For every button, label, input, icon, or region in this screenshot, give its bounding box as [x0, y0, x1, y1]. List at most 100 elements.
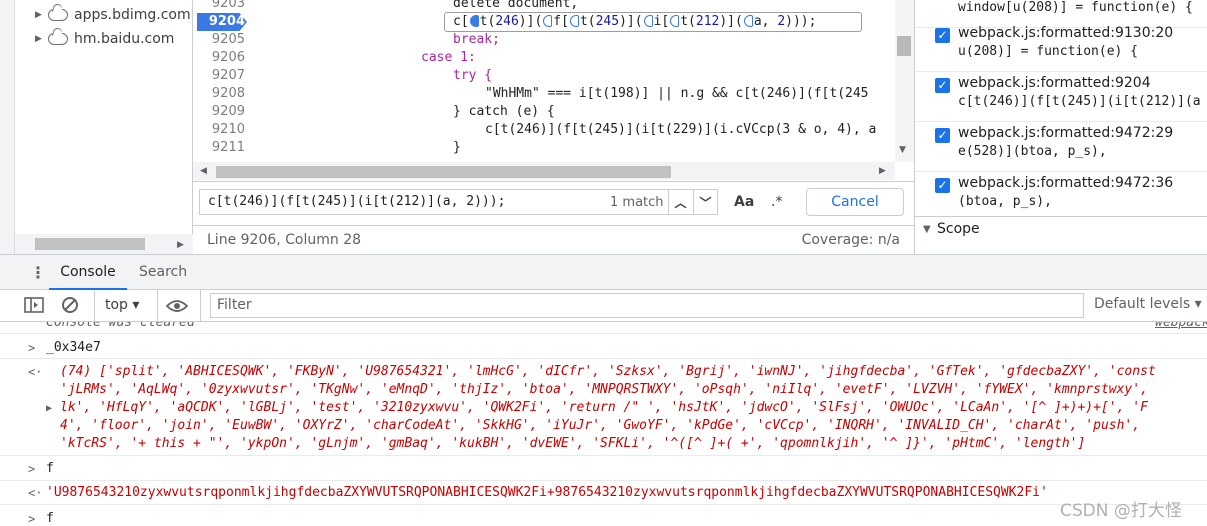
line-number-gutter: 9203 9204 9205 9206 9207 9208 9209 9210 …	[193, 0, 255, 162]
breakpoint-item[interactable]: ✓ webpack.js:formatted:9472:29 e(528)](b…	[915, 122, 1207, 172]
editor-vertical-scrollbar[interactable]	[895, 0, 914, 162]
divider	[157, 290, 158, 322]
cloud-icon	[48, 33, 68, 45]
console-output: Console was cleared webpack > _0x34e7 <· (7…	[0, 322, 1207, 526]
breakpoint-location: webpack.js:formatted:9472:29	[958, 125, 1174, 141]
expand-triangle-icon[interactable]: ▶	[35, 10, 43, 20]
expand-triangle-icon[interactable]: ▶	[35, 34, 43, 44]
find-input[interactable]: c[t(246)](f[t(245)](i[t(212)](a, 2))); 1…	[199, 189, 718, 215]
navigator-scroll-thumb[interactable]	[35, 238, 145, 250]
divider	[0, 333, 1207, 334]
checkbox-checked-icon[interactable]: ✓	[935, 128, 950, 143]
code-line-breakpoints: c[t(246)](f[t(245)](i[t(212)](a, 2)));	[453, 14, 817, 29]
breakpoint-marker-icon[interactable]	[670, 15, 680, 27]
filter-input[interactable]: Filter	[210, 293, 1084, 318]
cancel-button[interactable]: Cancel	[806, 188, 904, 216]
breakpoint-code: (btoa, p_s),	[958, 194, 1052, 209]
tab-search[interactable]: Search	[139, 255, 187, 290]
sidebar-toggle-icon[interactable]	[24, 296, 44, 318]
log-levels-select[interactable]: Default levels ▾	[1094, 296, 1202, 312]
divider	[0, 504, 1207, 505]
tree-item-apps-bdimg[interactable]: ▶ apps.bdimg.com	[35, 3, 191, 27]
scroll-left-icon[interactable]: ◀	[200, 166, 207, 176]
line-number: 9206	[211, 50, 245, 65]
input-prompt-icon: >	[28, 462, 36, 476]
line-number: 9211	[211, 140, 245, 155]
chevron-down-icon: ﹀	[699, 195, 712, 210]
watermark: CSDN @打大怪	[1060, 501, 1182, 521]
eye-icon[interactable]	[165, 298, 189, 318]
line-number: 9209	[211, 104, 245, 119]
next-match-button[interactable]: ﹀	[693, 190, 717, 214]
breakpoint-item[interactable]: ✓ webpack.js:formatted:9130:20 u(208)] =…	[915, 22, 1207, 72]
more-menu-icon[interactable]: ⋮	[30, 263, 46, 282]
source-link[interactable]: webpack	[1155, 322, 1207, 332]
breakpoint-marker-icon[interactable]	[643, 15, 653, 27]
regex-button[interactable]: .*	[771, 194, 782, 210]
breakpoints-pane: window[u(208)] = function(e) { ✓ webpack…	[914, 0, 1207, 254]
code-line: } catch (e) {	[453, 104, 555, 119]
editor-horizontal-thumb[interactable]	[216, 166, 671, 178]
code-line: "WhHMm" === i[t(198)] || n.g && c[t(246)…	[485, 86, 869, 101]
tree-item-hm-baidu[interactable]: ▶ hm.baidu.com	[35, 27, 174, 51]
breakpoint-code: c[t(246)](f[t(245)](i[t(212)](a	[958, 94, 1201, 109]
tree-item-label: hm.baidu.com	[74, 31, 175, 47]
editor-vertical-thumb[interactable]	[897, 36, 911, 56]
line-number-breakpoint[interactable]: 9204	[193, 13, 255, 31]
collapse-triangle-icon: ▼	[923, 224, 931, 235]
tab-console[interactable]: Console	[49, 255, 127, 290]
previous-match-button[interactable]: ︿	[668, 190, 692, 214]
coverage-status[interactable]: Coverage: n/a	[802, 232, 900, 248]
match-count: 1 match	[610, 195, 664, 210]
checkbox-checked-icon[interactable]: ✓	[935, 78, 950, 93]
divider	[200, 290, 201, 322]
match-case-button[interactable]: Aa	[734, 194, 754, 210]
code-line: }	[453, 140, 461, 155]
checkbox-checked-icon[interactable]: ✓	[935, 178, 950, 193]
scroll-right-icon[interactable]: ▶	[879, 166, 886, 176]
breakpoint-marker-icon[interactable]	[543, 15, 553, 27]
breakpoint-location: webpack.js:formatted:9472:36	[958, 175, 1174, 191]
line-number: 9208	[211, 86, 245, 101]
breakpoint-item[interactable]: ✓ webpack.js:formatted:9472:36 (btoa, p_…	[915, 172, 1207, 222]
code-line: c[t(246)](f[t(245)](i[t(229)](i.cVCcp(3 …	[485, 122, 877, 137]
tree-item-label: apps.bdimg.com	[74, 7, 191, 23]
sources-panel: ▶ apps.bdimg.com ▶ hm.baidu.com ▶ 9203 9…	[0, 0, 1207, 254]
scope-label: Scope	[937, 221, 980, 237]
chevron-up-icon: ︿	[674, 195, 687, 210]
divider	[94, 290, 95, 322]
code-line: break;	[453, 32, 500, 47]
breakpoint-marker-icon[interactable]	[469, 15, 479, 27]
input-prompt-icon: >	[28, 512, 36, 526]
code-editor[interactable]: delete document, c[t(246)](f[t(245)](i[t…	[255, 0, 895, 162]
editor-status-bar: Line 9206, Column 28 Coverage: n/a	[193, 225, 914, 254]
drawer-tabbar: ⋮ Console Search	[0, 254, 1207, 290]
code-line: try {	[453, 68, 493, 83]
console-toolbar: top ▾ Filter Default levels ▾	[0, 290, 1207, 322]
breakpoint-marker-icon[interactable]	[743, 15, 753, 27]
breakpoint-code: window[u(208)] = function(e) {	[958, 0, 1193, 15]
breakpoint-code: e(528)](btoa, p_s),	[958, 144, 1107, 159]
line-number: 9210	[211, 122, 245, 137]
checkbox-checked-icon[interactable]: ✓	[935, 28, 950, 43]
clear-console-icon[interactable]	[61, 296, 79, 318]
code-line: case 1:	[421, 50, 476, 65]
file-navigator: ▶ apps.bdimg.com ▶ hm.baidu.com ▶	[0, 0, 193, 254]
breakpoint-code: u(208)] = function(e) {	[958, 44, 1139, 59]
breakpoint-location: webpack.js:formatted:9130:20	[958, 25, 1174, 41]
input-prompt-icon: >	[28, 341, 36, 355]
scroll-down-icon[interactable]: ▼	[899, 145, 906, 155]
breakpoint-marker-icon[interactable]	[569, 15, 579, 27]
context-select[interactable]: top ▾	[105, 297, 139, 313]
scroll-right-icon[interactable]: ▶	[177, 240, 184, 250]
expand-array-icon[interactable]: ▶	[46, 400, 52, 418]
line-number: 9203	[211, 0, 245, 11]
find-query[interactable]: c[t(246)](f[t(245)](i[t(212)](a, 2)));	[208, 194, 505, 209]
cloud-icon	[48, 9, 68, 21]
result-arrow-icon: <·	[28, 486, 43, 500]
scope-section-header[interactable]: ▼ Scope	[915, 216, 1207, 244]
line-number: 9207	[211, 68, 245, 83]
breakpoint-item[interactable]: ✓ webpack.js:formatted:9204 c[t(246)](f[…	[915, 72, 1207, 122]
navigator-gutter	[0, 0, 15, 254]
divider	[0, 480, 1207, 481]
